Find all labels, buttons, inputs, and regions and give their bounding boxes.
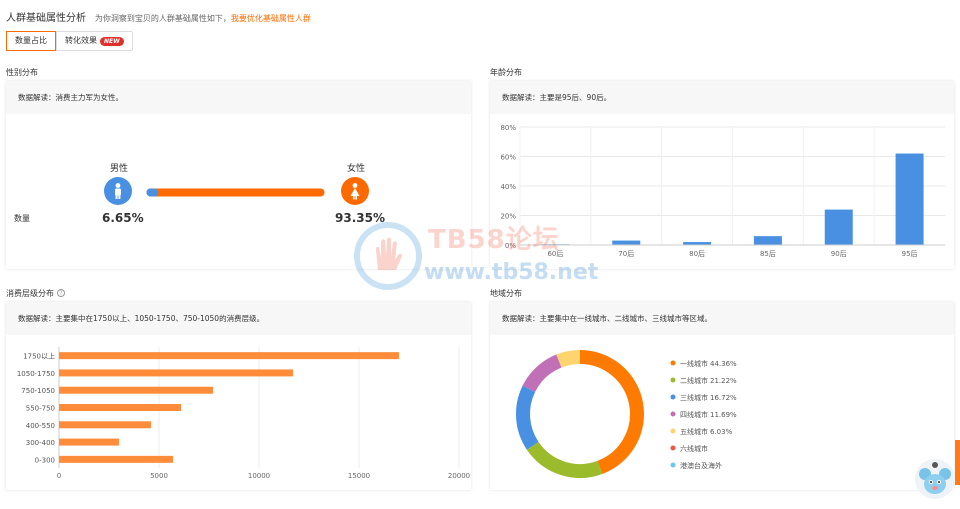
age-y-tick-label: 60% [500, 154, 516, 162]
consumption-bar [59, 438, 119, 446]
region-donut-slice [556, 350, 581, 368]
region-legend-label: 港澳台及海外 [680, 461, 722, 470]
region-legend-value: 6.03% [710, 428, 733, 436]
consumption-x-tick-label: 0 [57, 472, 61, 480]
age-y-tick-label: 80% [500, 124, 516, 132]
age-bar [612, 240, 641, 245]
age-section-title: 年龄分布 [490, 68, 522, 77]
region-donut-slice [522, 354, 562, 393]
region-legend-label: 六线城市 [680, 444, 708, 453]
region-legend-marker [670, 445, 676, 451]
side-panel-tab[interactable] [955, 440, 960, 485]
consumption-section-title: 消费层级分布? [6, 288, 65, 299]
region-legend-label: 五线城市 [680, 427, 708, 436]
female-bar-segment [146, 188, 325, 197]
male-label: 男性 [110, 164, 129, 174]
region-legend-label: 三线城市 [680, 393, 708, 402]
tab-label: 转化效果 [65, 36, 97, 45]
page-header: 人群基础属性分析 为你洞察到宝贝的人群基础属性如下，我要优化基础属性人群 [6, 9, 311, 24]
region-legend-marker [670, 462, 676, 468]
age-x-tick-label: 90后 [831, 249, 847, 258]
watermark-url: www.tb58.net [424, 260, 599, 285]
help-icon[interactable]: ? [57, 289, 65, 297]
consumption-bar [59, 386, 213, 394]
consumption-y-tick-label: 1750以上 [23, 352, 55, 361]
consumption-y-tick-label: 1050-1750 [17, 370, 55, 378]
consumption-x-tick-label: 10000 [248, 472, 270, 480]
tab-label: 数量占比 [15, 36, 47, 45]
consumption-x-tick-label: 20000 [448, 472, 470, 480]
region-legend-marker [670, 428, 676, 434]
gender-row-label: 数量 [14, 214, 30, 223]
gender-section-title: 性别分布 [6, 68, 38, 77]
age-y-tick-label: 40% [500, 183, 516, 191]
age-x-tick-label: 95后 [902, 249, 918, 258]
consumption-bar [59, 352, 399, 360]
region-legend-value: 44.36% [710, 360, 737, 368]
tab-conversion-effect[interactable]: 转化效果 NEW [56, 32, 132, 50]
gender-ratio-bar [146, 188, 325, 197]
watermark-hand-logo [354, 222, 422, 290]
region-legend-label: 二线城市 [680, 376, 708, 385]
female-icon [341, 177, 369, 205]
watermark-title: TB58论坛 [428, 225, 560, 255]
region-note: 数据解读：主要集中在一线城市、二线城市、三线城市等区域。 [490, 302, 954, 335]
region-legend-label: 四线城市 [680, 410, 708, 419]
new-badge: NEW [100, 36, 124, 46]
gender-note: 数据解读：消费主力军为女性。 [6, 81, 471, 114]
region-legend-marker [670, 394, 676, 400]
tab-quantity-share[interactable]: 数量占比 [6, 31, 56, 51]
consumption-title-text: 消费层级分布 [6, 289, 54, 298]
age-x-tick-label: 70后 [618, 249, 634, 258]
consumption-bar [59, 455, 173, 463]
male-percentage: 6.65% [102, 211, 144, 225]
age-bar [753, 236, 782, 245]
consumption-y-tick-label: 0-300 [35, 456, 55, 464]
consumption-note: 数据解读：主要集中在1750以上、1050-1750、750-1050的消费层级… [6, 302, 471, 335]
page-description: 为你洞察到宝贝的人群基础属性如下， [94, 14, 231, 23]
female-label: 女性 [347, 164, 366, 174]
consumption-y-tick-label: 400-550 [26, 422, 55, 430]
region-legend-marker [670, 377, 676, 383]
consumption-y-tick-label: 300-400 [26, 439, 55, 447]
region-legend-label: 一线城市 [680, 359, 708, 368]
male-bar-segment [146, 188, 159, 197]
age-x-tick-label: 80后 [689, 249, 705, 258]
region-donut-chart: 一线城市 44.36%二线城市 21.22%三线城市 16.72%四线城市 11.69%… [516, 350, 737, 478]
age-bar [895, 153, 924, 245]
consumption-bar [59, 421, 151, 429]
region-legend-value: 16.72% [710, 394, 737, 402]
assistant-mascot-icon[interactable] [914, 458, 956, 500]
consumption-x-tick-label: 5000 [150, 472, 168, 480]
region-legend-marker [670, 360, 676, 366]
tab-bar: 数量占比 转化效果 NEW [6, 31, 133, 51]
region-donut-slice [516, 385, 539, 450]
page-title: 人群基础属性分析 [6, 13, 86, 24]
consumption-y-tick-label: 750-1050 [21, 387, 55, 395]
consumption-bar [59, 404, 181, 411]
male-icon [104, 177, 132, 205]
consumption-x-tick-label: 15000 [348, 472, 370, 480]
region-legend-value: 21.22% [710, 377, 737, 385]
optimize-link[interactable]: 我要优化基础属性人群 [231, 14, 311, 23]
region-section-title: 地域分布 [490, 289, 522, 298]
region-donut-slice [526, 441, 603, 478]
consumption-bar-chart: 0 5000 10000 15000 20000 1750以上 1050-1750 750-1… [17, 347, 470, 480]
age-note: 数据解读：主要是95后、90后。 [490, 81, 954, 114]
region-donut-slice [579, 350, 644, 475]
consumption-y-tick-label: 550-750 [26, 405, 55, 413]
region-legend-value: 11.69% [710, 411, 737, 419]
age-bar [824, 209, 853, 245]
age-x-tick-label: 85后 [760, 249, 776, 258]
region-legend-marker [670, 411, 676, 417]
consumption-bar [59, 369, 293, 377]
